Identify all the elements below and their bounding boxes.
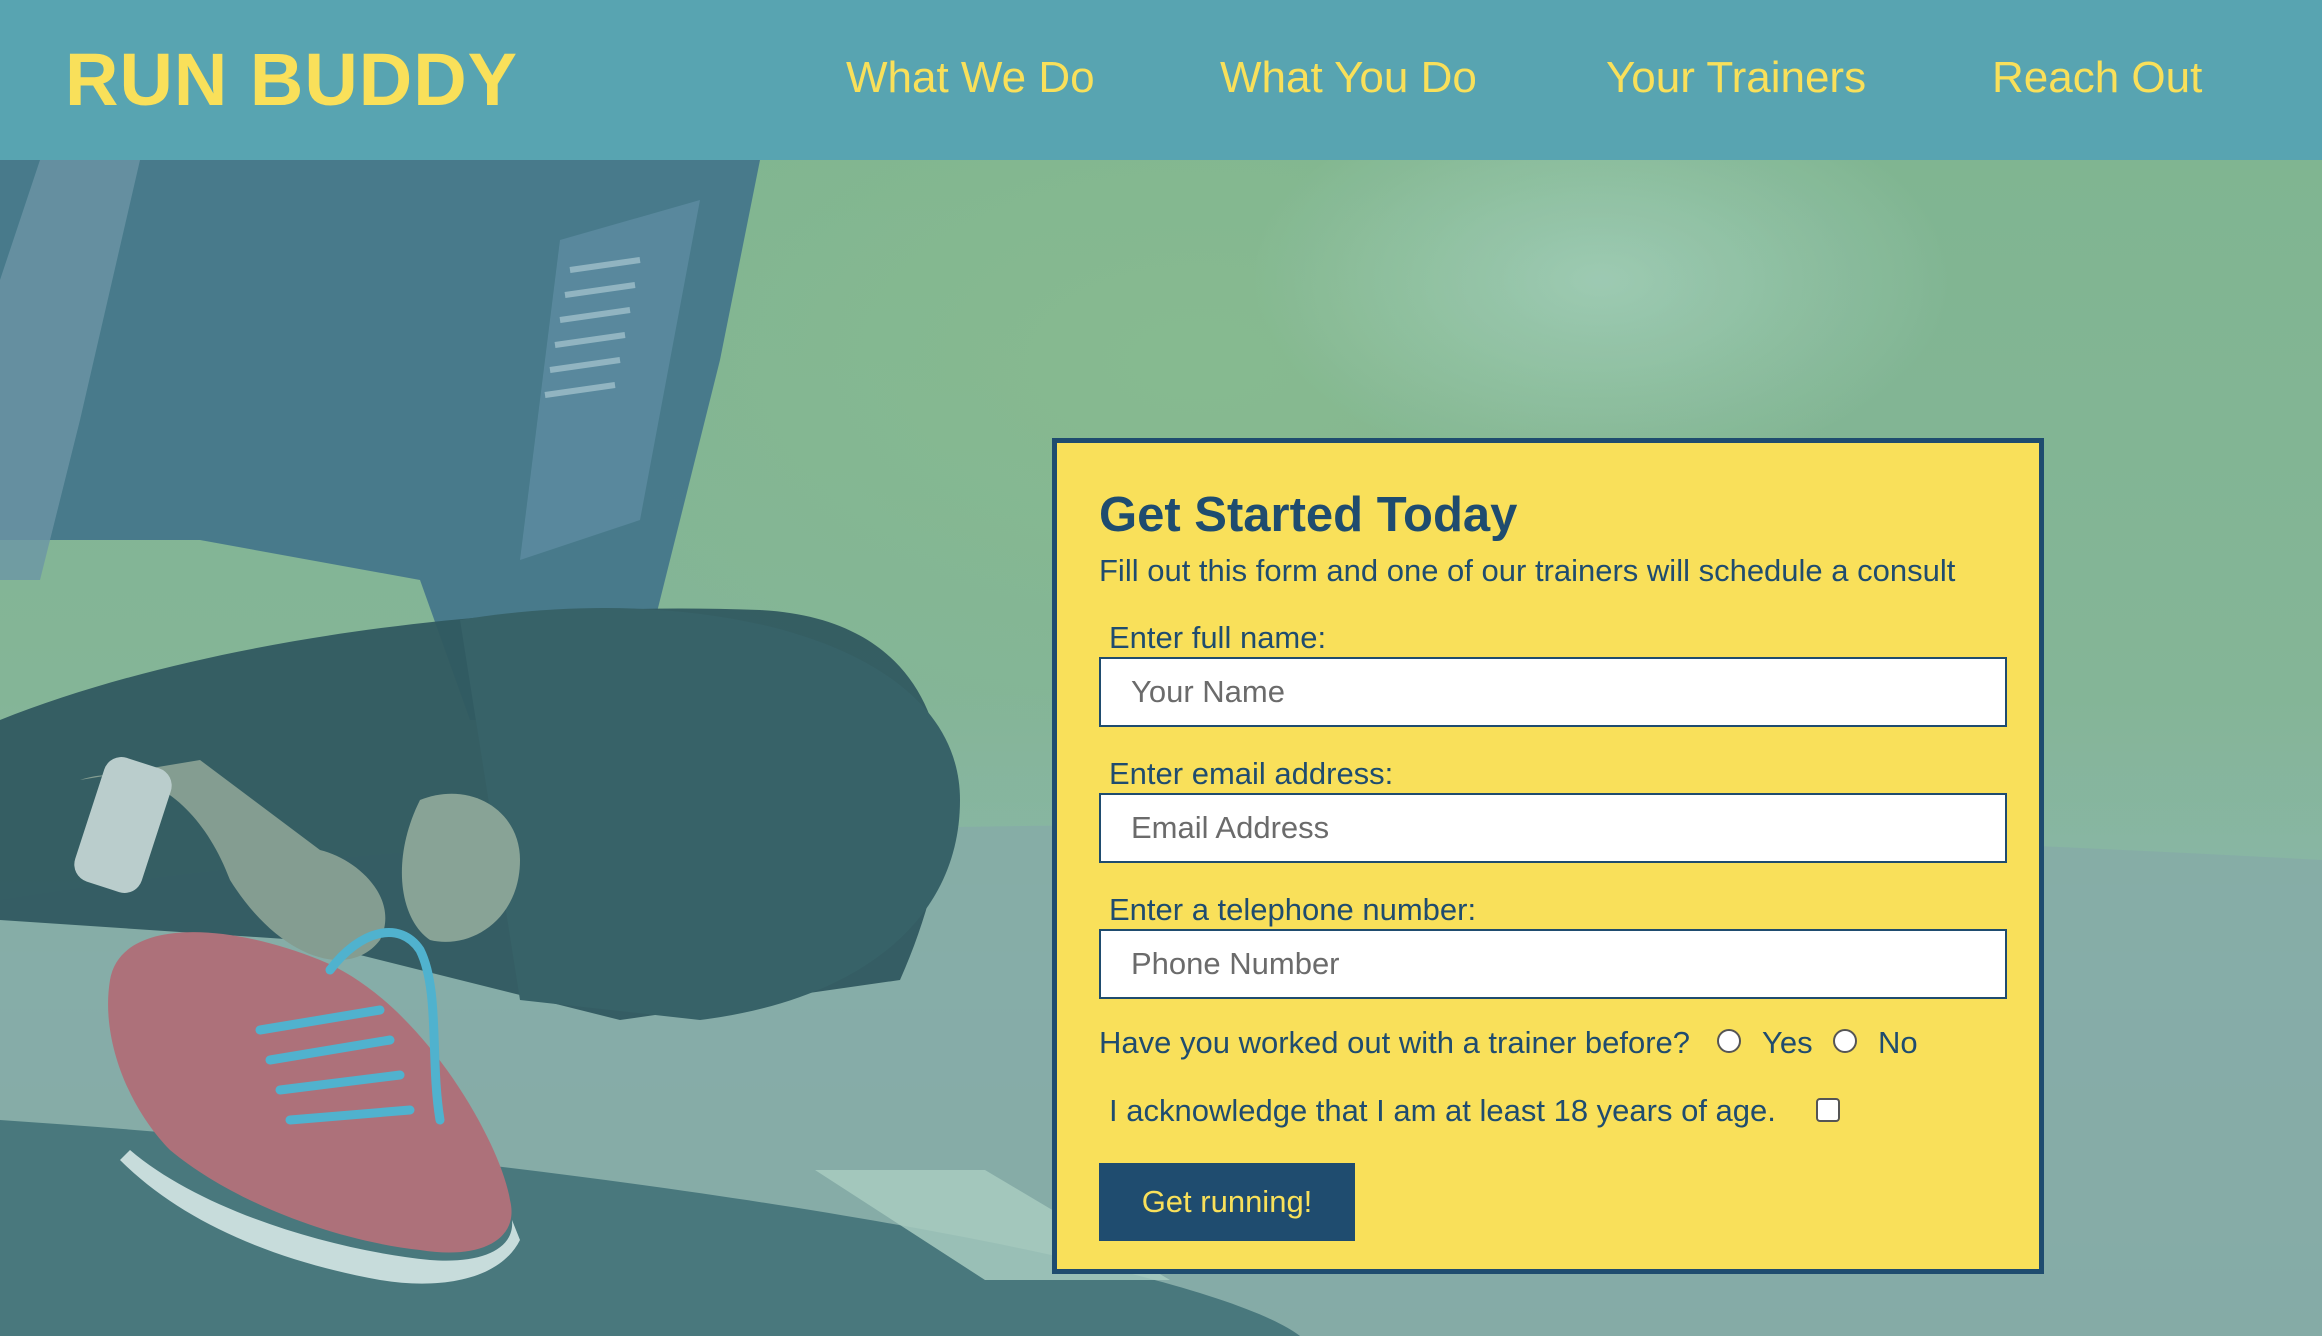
nav-link-what-you-do[interactable]: What You Do: [1220, 50, 1477, 106]
checkbox-icon[interactable]: [1816, 1098, 1840, 1122]
phone-input[interactable]: [1099, 929, 2007, 999]
form-subtitle: Fill out this form and one of our traine…: [1099, 553, 1956, 588]
radio-label-yes[interactable]: Yes: [1762, 1023, 1813, 1063]
nav-link-reach-out[interactable]: Reach Out: [1992, 50, 2202, 106]
full-name-label: Enter full name:: [1109, 620, 1327, 655]
brand-logo[interactable]: RUN BUDDY: [65, 38, 518, 122]
radio-label-no[interactable]: No: [1878, 1023, 1918, 1063]
site-header: RUN BUDDY What We Do What You Do Your Tr…: [0, 0, 2322, 160]
age-acknowledgement: I acknowledge that I am at least 18 year…: [1109, 1093, 1776, 1128]
signup-form: Get Started Today Fill out this form and…: [1052, 438, 2044, 1274]
phone-label: Enter a telephone number:: [1109, 892, 1477, 927]
nav-link-your-trainers[interactable]: Your Trainers: [1606, 50, 1866, 106]
form-title: Get Started Today: [1099, 488, 1518, 542]
full-name-input[interactable]: [1099, 657, 2007, 727]
radio-button-icon[interactable]: [1717, 1029, 1741, 1053]
trainer-question: Have you worked out with a trainer befor…: [1099, 1025, 1691, 1060]
email-label: Enter email address:: [1109, 756, 1394, 791]
nav-link-what-we-do[interactable]: What We Do: [846, 50, 1095, 106]
email-input[interactable]: [1099, 793, 2007, 863]
radio-button-icon[interactable]: [1833, 1029, 1857, 1053]
hero-section: Get Started Today Fill out this form and…: [0, 160, 2322, 1336]
submit-button[interactable]: Get running!: [1099, 1163, 1355, 1241]
